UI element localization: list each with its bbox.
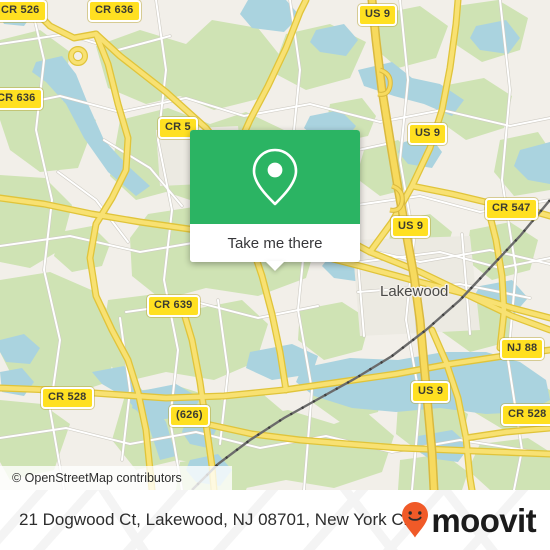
road-shield-cr547[interactable]: CR 547: [485, 198, 538, 220]
road-shield-us9-ne[interactable]: US 9: [408, 123, 448, 145]
road-shield-nj88[interactable]: NJ 88: [500, 338, 545, 360]
road-shield-us9-s[interactable]: US 9: [411, 381, 451, 403]
map-attribution-bar: © OpenStreetMap contributors: [0, 466, 232, 490]
popup-action-bar[interactable]: Take me there: [190, 224, 360, 271]
destination-popup[interactable]: Take me there: [190, 130, 360, 271]
road-shield-cr636-w[interactable]: CR 636: [0, 88, 43, 110]
map-pin-icon: [252, 148, 298, 206]
road-shield-cr639[interactable]: CR 639: [147, 295, 200, 317]
road-shield-cr528-w[interactable]: CR 528: [41, 387, 94, 409]
road-shield-cr526-nw[interactable]: CR 526: [0, 0, 47, 22]
road-shield-cr528-e[interactable]: CR 528: [501, 404, 550, 426]
popup-header: [190, 130, 360, 224]
road-shield-cr636-n[interactable]: CR 636: [88, 0, 141, 22]
attribution-text[interactable]: © OpenStreetMap contributors: [12, 471, 182, 485]
moovit-map-screen: CR 526 CR 636 US 9 CR 636 CR 5 US 9 CR 5…: [0, 0, 550, 550]
road-shield-us9-mid[interactable]: US 9: [391, 216, 431, 238]
moovit-brand-logo[interactable]: moovit: [400, 490, 537, 550]
moovit-pin-icon: [402, 502, 429, 538]
take-me-there-label: Take me there: [227, 234, 323, 252]
footer-bar: 21 Dogwood Ct, Lakewood, NJ 08701, New Y…: [0, 490, 550, 550]
place-label-lakewood: Lakewood: [380, 283, 449, 300]
road-shield-us9-n[interactable]: US 9: [358, 4, 398, 26]
map-canvas[interactable]: CR 526 CR 636 US 9 CR 636 CR 5 US 9 CR 5…: [0, 0, 550, 490]
popup-tail-pointer: [265, 261, 285, 271]
moovit-wordmark: moovit: [431, 501, 536, 539]
destination-address: 21 Dogwood Ct, Lakewood, NJ 08701, New Y…: [19, 510, 421, 529]
road-shield-626[interactable]: (626): [169, 405, 210, 427]
